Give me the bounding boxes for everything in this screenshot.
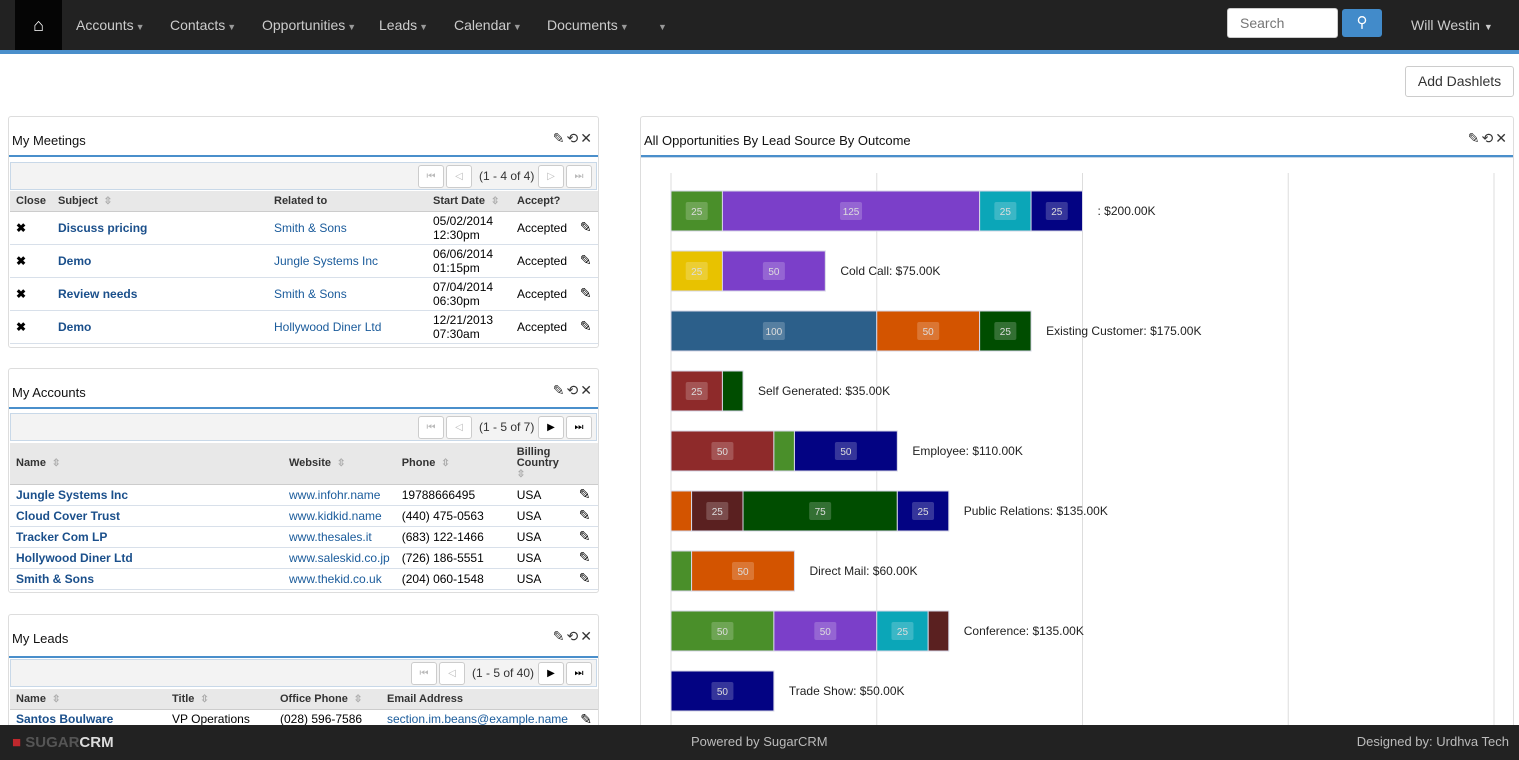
designed-by: Designed by: Urdhva Tech — [1356, 734, 1509, 749]
segment-label: 50 — [768, 267, 780, 278]
home-button[interactable]: ⌂ — [15, 0, 62, 50]
segment-label: 25 — [897, 627, 909, 638]
segment-label: 25 — [1051, 207, 1063, 218]
powered-by: Powered by SugarCRM — [691, 734, 828, 749]
segment-label: 25 — [1000, 327, 1012, 338]
search-input[interactable] — [1227, 8, 1338, 38]
caret-down-icon: ▼ — [419, 22, 429, 32]
bar-segment[interactable] — [721, 370, 744, 412]
segment-label: 50 — [717, 687, 729, 698]
user-menu[interactable]: Will Westin ▼ — [1411, 0, 1493, 52]
caret-down-icon: ▼ — [619, 22, 629, 32]
nav-contacts[interactable]: Contacts ▼ — [170, 0, 236, 50]
segment-label: 50 — [717, 447, 729, 458]
segment-label: 50 — [717, 627, 729, 638]
segment-label: 50 — [840, 447, 852, 458]
segment-label: 25 — [691, 387, 703, 398]
bar-total-label: Conference: $135.00K — [964, 624, 1084, 638]
segment-label: 50 — [737, 567, 749, 578]
edit-icon[interactable]: ✎ — [1468, 130, 1482, 146]
dashlet-actions: ✎⟲✕ — [553, 130, 594, 147]
bar-segment[interactable] — [670, 550, 693, 592]
bar-total-label: Self Generated: $35.00K — [758, 384, 890, 398]
bar-total-label: Trade Show: $50.00K — [789, 684, 905, 698]
bar-total-label: Employee: $110.00K — [912, 444, 1023, 458]
nav-calendar[interactable]: Calendar ▼ — [454, 0, 522, 50]
segment-label: 25 — [712, 507, 724, 518]
segment-label: 25 — [917, 507, 929, 518]
bar-total-label: Public Relations: $135.00K — [964, 504, 1108, 518]
caret-down-icon: ▼ — [135, 22, 145, 32]
dashlet-title: All Opportunities By Lead Source By Outc… — [644, 133, 911, 148]
dashlet-title: My Meetings — [12, 133, 86, 148]
segment-label: 25 — [691, 267, 703, 278]
bar-segment[interactable] — [670, 490, 693, 532]
segment-label: 50 — [923, 327, 935, 338]
bar-segment[interactable] — [927, 610, 950, 652]
caret-down-icon: ▼ — [227, 22, 237, 32]
top-nav: ⌂ Accounts ▼ Contacts ▼ Opportunities ▼ Lea… — [0, 0, 1519, 50]
caret-down-icon: ▼ — [658, 22, 667, 32]
caret-down-icon: ▼ — [1483, 22, 1493, 32]
bar-total-label: : $200.00K — [1098, 204, 1156, 218]
close-icon[interactable]: ✕ — [580, 130, 594, 146]
segment-label: 75 — [815, 507, 827, 518]
segment-label: 25 — [1000, 207, 1012, 218]
segment-label: 50 — [820, 627, 832, 638]
caret-down-icon: ▼ — [512, 22, 522, 32]
sugarcrm-logo: ■ SUGARCRM — [12, 734, 114, 751]
chart: 25 125 25 25 : $200.00K 25 50 Cold Call: $75.00… — [670, 173, 1495, 725]
close-icon[interactable]: ✕ — [1495, 130, 1509, 146]
nav-accounts[interactable]: Accounts ▼ — [76, 0, 145, 50]
refresh-icon[interactable]: ⟲ — [567, 130, 581, 146]
bar-total-label: Existing Customer: $175.00K — [1046, 324, 1201, 338]
nav-documents[interactable]: Documents ▼ — [547, 0, 629, 50]
dashlet-actions: ✎⟲✕ — [1468, 130, 1509, 147]
footer: ■ SUGARCRM Powered by SugarCRM Designed … — [0, 725, 1519, 760]
bar-total-label: Cold Call: $75.00K — [840, 264, 940, 278]
bar-total-label: Direct Mail: $60.00K — [809, 564, 917, 578]
nav-stripe — [0, 50, 1519, 54]
segment-label: 125 — [843, 207, 860, 218]
search-button[interactable]: ⚲ — [1342, 9, 1382, 37]
nav-leads[interactable]: Leads ▼ — [379, 0, 428, 50]
refresh-icon[interactable]: ⟲ — [1482, 130, 1496, 146]
edit-icon[interactable]: ✎ — [553, 130, 567, 146]
add-dashlets-button[interactable]: Add Dashlets — [1405, 66, 1514, 97]
nav-opportunities[interactable]: Opportunities ▼ — [262, 0, 356, 50]
nav-more[interactable]: ▼ — [656, 0, 667, 50]
bar-segment[interactable] — [773, 430, 795, 472]
caret-down-icon: ▼ — [347, 22, 357, 32]
home-icon: ⌂ — [33, 15, 44, 35]
search-icon: ⚲ — [1356, 14, 1368, 31]
segment-label: 100 — [766, 327, 783, 338]
segment-label: 25 — [691, 207, 703, 218]
